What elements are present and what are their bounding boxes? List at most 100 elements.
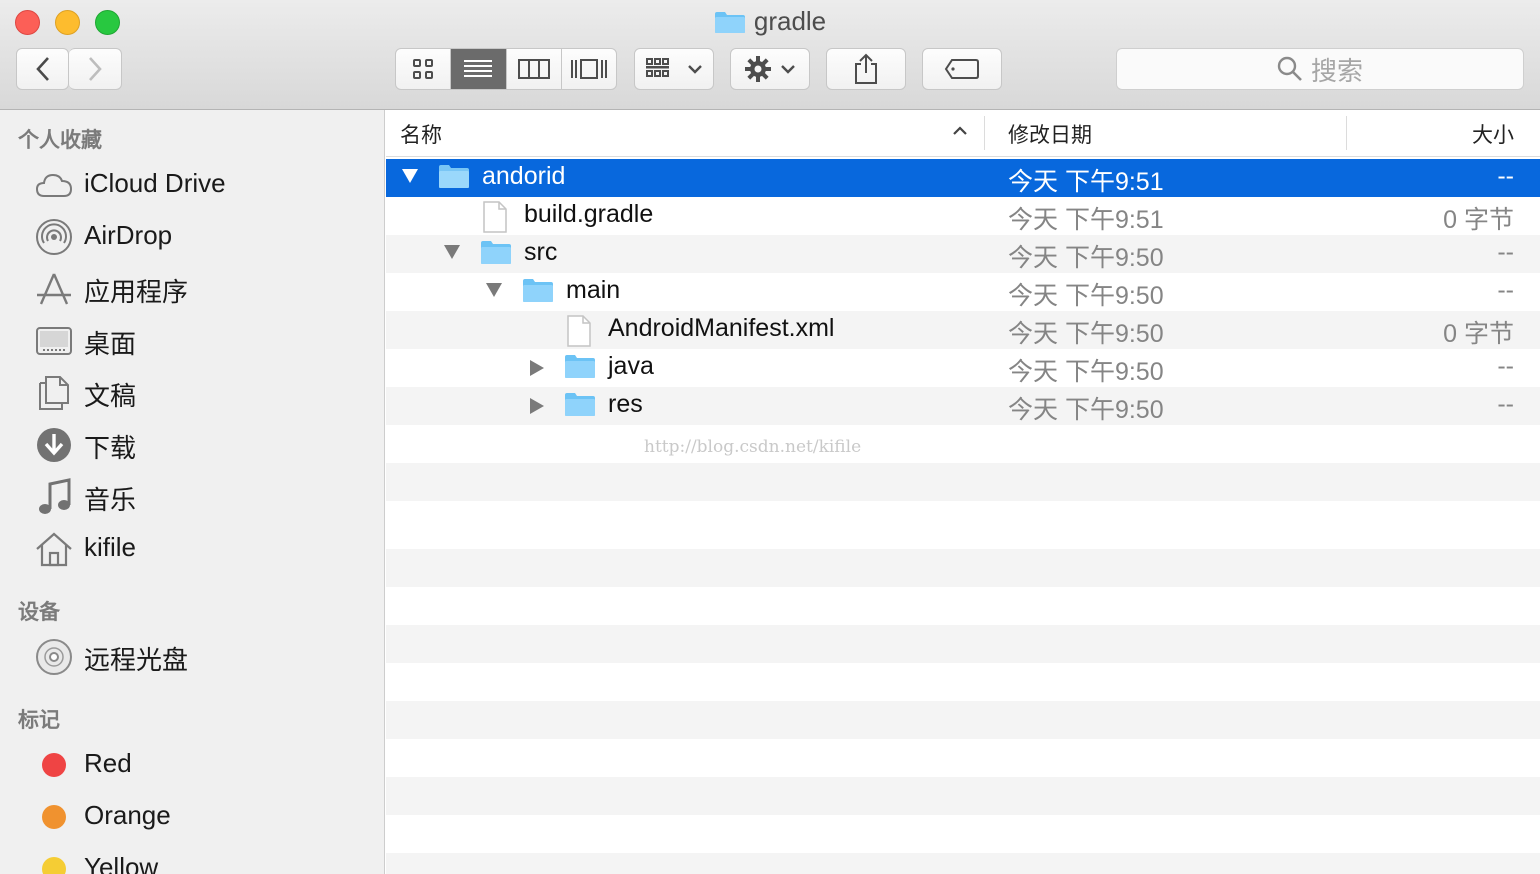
arrange-button[interactable] [634, 48, 714, 90]
music-icon [34, 478, 74, 516]
cloud-icon [34, 166, 74, 204]
sidebar-item-label: 应用程序 [84, 277, 189, 307]
file-date: 今天 下午9:50 [1008, 320, 1164, 348]
document-icon [483, 201, 507, 233]
sidebar-item-music[interactable]: 音乐 [0, 474, 384, 520]
airdrop-icon [34, 218, 74, 256]
documents-icon [34, 374, 74, 412]
empty-row [386, 463, 1540, 501]
sidebar-item-label: 桌面 [84, 329, 137, 359]
toolbar: gradle 搜索 [0, 0, 1540, 110]
empty-row [386, 425, 1540, 463]
chevron-left-icon [35, 57, 49, 81]
sidebar-item-tag-orange[interactable]: Orange [0, 794, 384, 840]
name-column-header[interactable]: 名称 [400, 119, 442, 149]
action-menu-button[interactable] [730, 48, 810, 90]
file-date: 今天 下午9:51 [1008, 168, 1164, 196]
sidebar-item-downloads[interactable]: 下载 [0, 422, 384, 468]
file-name: AndroidManifest.xml [608, 314, 835, 342]
chevron-right-icon [89, 57, 102, 81]
table-row[interactable]: AndroidManifest.xml 今天 下午9:50 0 字节 [386, 311, 1540, 349]
file-size: 0 字节 [1443, 320, 1514, 348]
sidebar-item-airdrop[interactable]: AirDrop [0, 214, 384, 260]
sidebar-item-home[interactable]: kifile [0, 526, 384, 572]
disc-icon [34, 638, 74, 676]
icon-view-icon [413, 59, 434, 79]
list-view-icon [464, 60, 493, 77]
sidebar-item-documents[interactable]: 文稿 [0, 370, 384, 416]
icon-view-button[interactable] [396, 49, 452, 89]
sidebar-item-tag-red[interactable]: Red [0, 742, 384, 788]
desktop-icon [34, 322, 74, 360]
cover-flow-button[interactable] [562, 49, 616, 89]
disclosure-triangle-collapsed-icon[interactable] [530, 360, 544, 376]
sidebar-item-remote-disc[interactable]: 远程光盘 [0, 634, 384, 680]
forward-button[interactable] [69, 48, 122, 90]
sidebar-item-label: kifile [84, 532, 137, 562]
list-view-button[interactable] [451, 49, 507, 89]
file-date: 今天 下午9:50 [1008, 282, 1164, 310]
back-button[interactable] [16, 48, 69, 90]
arrange-icon [646, 58, 669, 77]
sidebar-item-label: iCloud Drive [84, 168, 226, 198]
file-size: -- [1497, 352, 1514, 380]
file-size: -- [1497, 276, 1514, 304]
column-view-button[interactable] [507, 49, 562, 89]
search-placeholder: 搜索 [1310, 55, 1363, 86]
file-list: 名称 修改日期 大小 andorid 今天 下午9:51 -- build.gr… [386, 110, 1540, 874]
folder-icon [481, 241, 511, 264]
watermark: http://blog.csdn.net/kifile [644, 437, 862, 457]
folder-icon [439, 165, 469, 188]
applications-icon [34, 270, 74, 308]
devices-section-title: 设备 [18, 601, 60, 624]
table-row[interactable]: main 今天 下午9:50 -- [386, 273, 1540, 311]
cover-flow-icon [570, 59, 607, 79]
disclosure-triangle-collapsed-icon[interactable] [530, 398, 544, 414]
document-icon [567, 315, 591, 347]
download-icon [34, 426, 74, 464]
sidebar-item-label: AirDrop [84, 220, 173, 250]
share-button[interactable] [826, 48, 906, 90]
finder-window: gradle 搜索 个人收藏 iCloud Drive AirDrop 应用程序… [0, 0, 1540, 874]
folder-icon [565, 355, 595, 378]
sidebar-item-icloud-drive[interactable]: iCloud Drive [0, 162, 384, 208]
file-date: 今天 下午9:51 [1008, 206, 1164, 234]
file-size: 0 字节 [1443, 206, 1514, 234]
table-row[interactable]: build.gradle 今天 下午9:51 0 字节 [386, 197, 1540, 235]
sidebar: 个人收藏 iCloud Drive AirDrop 应用程序 桌面 文稿 下载 … [0, 110, 385, 874]
sort-ascending-icon [953, 126, 967, 135]
date-column-header[interactable]: 修改日期 [1008, 119, 1092, 149]
file-size: -- [1497, 162, 1514, 190]
disclosure-triangle-expanded-icon[interactable] [402, 169, 418, 183]
search-icon [1277, 56, 1302, 81]
favorites-section-title: 个人收藏 [18, 129, 102, 152]
disclosure-triangle-expanded-icon[interactable] [444, 245, 460, 259]
file-size: -- [1497, 238, 1514, 266]
search-field[interactable]: 搜索 [1116, 48, 1524, 90]
yellow-tag-dot [34, 850, 74, 874]
folder-icon [523, 279, 553, 302]
sidebar-item-label: 下载 [84, 433, 137, 463]
disclosure-triangle-expanded-icon[interactable] [486, 283, 502, 297]
red-tag-dot [34, 746, 74, 784]
table-row[interactable]: res 今天 下午9:50 -- [386, 387, 1540, 425]
table-row[interactable]: src 今天 下午9:50 -- [386, 235, 1540, 273]
file-name: src [524, 238, 558, 266]
chevron-down-icon [781, 65, 795, 74]
window-title: gradle [0, 6, 1540, 41]
file-rows: andorid 今天 下午9:51 -- build.gradle 今天 下午9… [386, 159, 1540, 874]
home-icon [34, 530, 74, 568]
table-row[interactable]: java 今天 下午9:50 -- [386, 349, 1540, 387]
column-header: 名称 修改日期 大小 [386, 110, 1540, 157]
column-view-icon [517, 59, 550, 79]
file-name: java [608, 352, 654, 380]
share-icon [855, 53, 877, 84]
sidebar-item-desktop[interactable]: 桌面 [0, 318, 384, 364]
table-row[interactable]: andorid 今天 下午9:51 -- [386, 159, 1540, 197]
tags-button[interactable] [922, 48, 1002, 90]
size-column-header[interactable]: 大小 [1472, 119, 1514, 149]
file-size: -- [1497, 390, 1514, 418]
sidebar-item-applications[interactable]: 应用程序 [0, 266, 384, 312]
sidebar-item-tag-yellow[interactable]: Yellow [0, 846, 384, 874]
file-name: main [566, 276, 621, 304]
